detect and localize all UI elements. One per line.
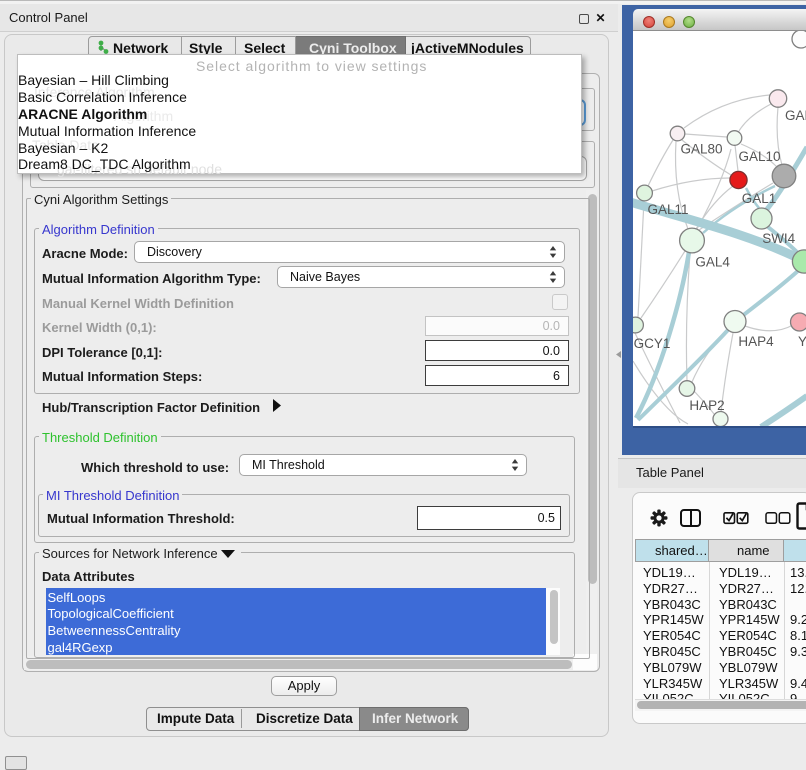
svg-text:GAL4: GAL4	[695, 255, 730, 270]
svg-text:GCY1: GCY1	[634, 336, 671, 351]
svg-text:GAL80: GAL80	[680, 142, 722, 157]
svg-text:HAP2: HAP2	[689, 398, 724, 413]
svg-text:GAL11: GAL11	[647, 202, 688, 217]
svg-text:GAL1: GAL1	[742, 191, 777, 206]
svg-text:GAL10: GAL10	[738, 149, 780, 164]
svg-text:HAP4: HAP4	[738, 334, 774, 349]
svg-text:SWI4: SWI4	[762, 231, 795, 246]
svg-text:YJ: YJ	[798, 334, 806, 349]
svg-text:GAL2: GAL2	[785, 108, 806, 123]
